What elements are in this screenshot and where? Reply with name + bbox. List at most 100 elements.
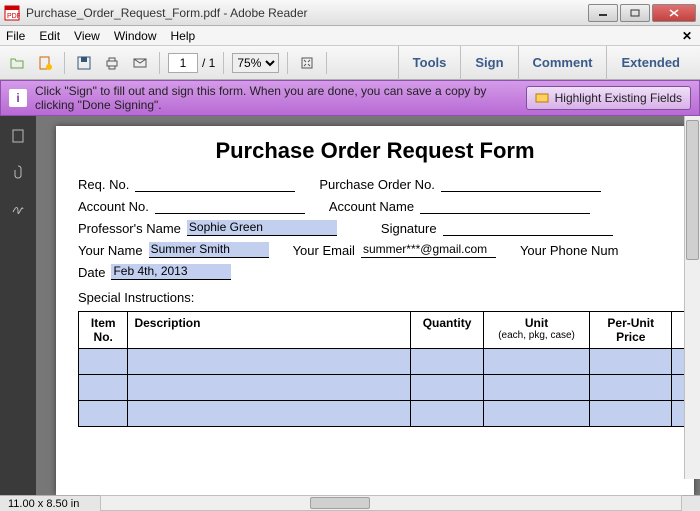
th-perunit: Per-Unit Price [590,312,672,349]
sign-infobar: i Click "Sign" to fill out and sign this… [0,80,700,116]
menu-close-doc[interactable]: ✕ [682,29,692,43]
save-button[interactable] [73,52,95,74]
cell-unit[interactable] [484,349,590,375]
toolbar: / 1 75% Tools Sign Comment Extended [0,46,700,80]
document-area[interactable]: Purchase Order Request Form Req. No. Pur… [36,116,700,495]
toolbar-separator [287,52,288,74]
highlight-icon [535,91,549,105]
minimize-button[interactable] [588,4,618,22]
extended-button[interactable]: Extended [606,46,694,80]
titlebar: PDF Purchase_Order_Request_Form.pdf - Ad… [0,0,700,26]
cell-desc[interactable] [128,349,411,375]
toolbar-separator [326,52,327,74]
cell-item[interactable] [79,349,128,375]
cell-qty[interactable] [411,349,484,375]
create-pdf-button[interactable] [34,52,56,74]
email-button[interactable] [129,52,151,74]
comment-button[interactable]: Comment [518,46,607,80]
print-button[interactable] [101,52,123,74]
email-field[interactable]: summer***@gmail.com [361,242,496,258]
menu-help[interactable]: Help [171,29,196,43]
page-input[interactable] [168,53,198,73]
yourname-label: Your Name [78,243,143,258]
menu-view[interactable]: View [74,29,100,43]
attachments-icon[interactable] [10,164,26,180]
menu-file[interactable]: File [6,29,25,43]
th-unit: Unit(each, pkg, case) [484,312,590,349]
prof-label: Professor's Name [78,221,181,236]
toolbar-separator [159,52,160,74]
reqno-field[interactable] [135,176,295,192]
th-unit-sub: (each, pkg, case) [490,330,583,341]
th-qty: Quantity [411,312,484,349]
page-nav: / 1 [168,53,215,73]
cell-item[interactable] [79,401,128,427]
toolbar-right: Tools Sign Comment Extended [398,46,694,80]
side-panel [0,116,36,495]
vertical-scrollbar[interactable] [684,116,700,479]
statusbar: 11.00 x 8.50 in [0,495,700,511]
page-size-status: 11.00 x 8.50 in [8,498,79,510]
email-label: Your Email [293,243,355,258]
maximize-button[interactable] [620,4,650,22]
menu-edit[interactable]: Edit [39,29,60,43]
table-row [79,401,700,427]
yourname-field[interactable]: Summer Smith [149,242,269,258]
prof-field[interactable]: Sophie Green [187,220,337,236]
acctname-label: Account Name [329,199,414,214]
main-area: Purchase Order Request Form Req. No. Pur… [0,116,700,495]
cell-qty[interactable] [411,401,484,427]
table-header-row: Item No. Description Quantity Unit(each,… [79,312,700,349]
pono-field[interactable] [441,176,601,192]
cell-pu[interactable] [590,401,672,427]
info-icon: i [9,89,27,107]
pdf-icon: PDF [4,5,20,21]
signatures-icon[interactable] [10,200,26,216]
table-row [79,349,700,375]
table-row [79,375,700,401]
cell-unit[interactable] [484,375,590,401]
thumbnails-icon[interactable] [10,128,26,144]
sig-label: Signature [381,221,437,236]
cell-desc[interactable] [128,401,411,427]
horizontal-scrollbar[interactable] [100,495,682,511]
date-label: Date [78,265,105,280]
scrollbar-thumb[interactable] [686,120,699,260]
phone-label: Your Phone Num [520,243,619,258]
acctno-field[interactable] [155,198,305,214]
acctname-field[interactable] [420,198,590,214]
th-desc: Description [128,312,411,349]
page-total: / 1 [202,56,215,70]
signbar-message: Click "Sign" to fill out and sign this f… [35,84,518,113]
close-button[interactable] [652,4,696,22]
cell-desc[interactable] [128,375,411,401]
zoom-select[interactable]: 75% [232,53,279,73]
items-table: Item No. Description Quantity Unit(each,… [78,311,700,427]
scrollbar-thumb[interactable] [310,497,370,509]
highlight-label: Highlight Existing Fields [555,91,682,105]
date-field[interactable]: Feb 4th, 2013 [111,264,231,280]
reqno-label: Req. No. [78,177,129,192]
pono-label: Purchase Order No. [319,177,435,192]
highlight-fields-button[interactable]: Highlight Existing Fields [526,86,691,110]
window-controls [588,4,696,22]
pdf-page: Purchase Order Request Form Req. No. Pur… [56,126,694,495]
open-button[interactable] [6,52,28,74]
sig-field[interactable] [443,220,613,236]
fit-button[interactable] [296,52,318,74]
cell-unit[interactable] [484,401,590,427]
cell-qty[interactable] [411,375,484,401]
cell-pu[interactable] [590,349,672,375]
special-label: Special Instructions: [78,290,672,305]
cell-pu[interactable] [590,375,672,401]
svg-text:PDF: PDF [7,13,20,20]
cell-item[interactable] [79,375,128,401]
menu-window[interactable]: Window [114,29,157,43]
th-item: Item No. [79,312,128,349]
form-title: Purchase Order Request Form [78,138,672,164]
zoom-control: 75% [232,53,279,73]
toolbar-separator [64,52,65,74]
tools-button[interactable]: Tools [398,46,461,80]
sign-button[interactable]: Sign [460,46,517,80]
menubar: File Edit View Window Help ✕ [0,26,700,46]
